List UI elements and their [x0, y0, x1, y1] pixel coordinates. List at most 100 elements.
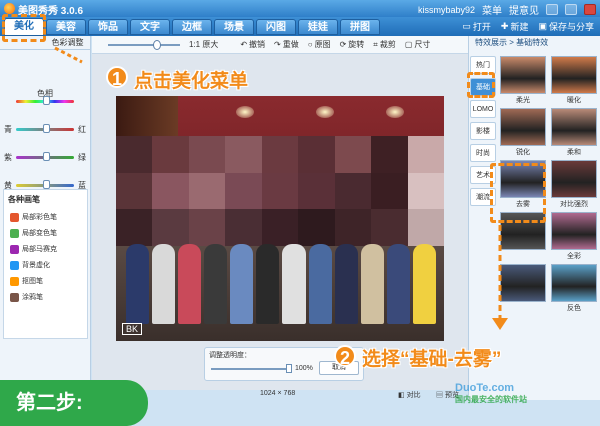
slider-right-label: 绿 — [78, 153, 86, 162]
photo-mark: BK — [122, 323, 143, 335]
slider-knob[interactable] — [42, 152, 50, 161]
slider-knob[interactable] — [42, 180, 50, 189]
effect-thumbnail[interactable] — [500, 264, 546, 302]
brush-panel-title: 各种画笔 — [8, 195, 40, 204]
brush-icon — [10, 292, 19, 302]
mosaic-cell — [371, 172, 408, 210]
brush-item[interactable]: 局部变色笔 — [4, 225, 87, 241]
username[interactable]: kissmybaby92 — [418, 5, 475, 15]
effect-thumbnail[interactable]: 反色 — [551, 264, 597, 312]
menu-link[interactable]: 菜单 — [482, 2, 502, 17]
status-bar: 1024 × 768 ◧ 对比 ▤ 预览 — [92, 390, 468, 400]
color-slider[interactable]: 青 红 — [0, 116, 90, 140]
resize-button[interactable]: ▢ 尺寸 — [405, 39, 431, 50]
effect-category-tab[interactable]: 时尚 — [470, 144, 496, 162]
tab-beauty[interactable]: 美容 — [46, 19, 86, 35]
mosaic-cell — [225, 172, 262, 210]
brush-item[interactable]: 局部彩色笔 — [4, 209, 87, 225]
effects-breadcrumb: 特效展示 > 基础特效 — [475, 38, 549, 47]
effect-category-tab[interactable]: 影楼 — [470, 122, 496, 140]
effect-thumbnail[interactable]: 柔光 — [500, 56, 546, 104]
mosaic-cell — [152, 209, 189, 246]
effect-name: 柔和 — [567, 149, 581, 156]
watermark-slogan: 国内最安全的软件站 — [455, 395, 527, 404]
effect-preview-image — [551, 264, 597, 302]
tab-text[interactable]: 文字 — [130, 19, 170, 35]
save-share-button[interactable]: ▣ 保存与分享 — [538, 20, 594, 33]
effect-thumbnail[interactable]: 对比强烈 — [551, 160, 597, 208]
tab-frames[interactable]: 边框 — [172, 19, 212, 35]
maximize-button[interactable] — [565, 4, 577, 15]
close-button[interactable] — [584, 4, 596, 15]
effect-category-tab[interactable]: LOMO — [470, 100, 496, 118]
color-slider[interactable]: 紫 绿 — [0, 144, 90, 168]
opacity-value: 100% — [295, 365, 313, 372]
highlight-basic-category — [467, 72, 495, 98]
file-toolbar: ▭ 打开 ✚ 新建 ▣ 保存与分享 — [462, 20, 594, 33]
brush-item[interactable]: 背景虚化 — [4, 257, 87, 273]
photo-person — [204, 244, 228, 324]
effect-thumbnail[interactable]: 暖化 — [551, 56, 597, 104]
redo-button[interactable]: ↷ 重做 — [274, 39, 299, 50]
effect-preview-image — [551, 108, 597, 146]
effect-preview-image — [500, 56, 546, 94]
brush-icon — [10, 260, 19, 270]
brush-label: 局部彩色笔 — [22, 214, 57, 221]
mosaic-cell — [334, 209, 372, 246]
brush-item[interactable]: 涂鸦笔 — [4, 289, 87, 305]
left-panel: 色彩调整 色相 青 红 紫 绿 黄 蓝 各种画笔 局部彩色笔 局部变色笔 局部马赛克… — [0, 36, 91, 390]
brush-panel: 各种画笔 局部彩色笔局部变色笔 局部马赛克 背景虚化 抠图笔 涂鸦笔 — [3, 189, 88, 339]
mosaic-cell — [261, 172, 299, 210]
mosaic-cell — [298, 136, 335, 173]
effect-name: 柔光 — [516, 97, 530, 104]
open-button[interactable]: ▭ 打开 — [462, 20, 491, 33]
zoom-track — [108, 43, 180, 46]
effect-thumbnail[interactable]: 全彩 — [551, 212, 597, 260]
photo-canvas[interactable]: BK — [116, 96, 444, 341]
slider-left-label: 青 — [4, 125, 12, 134]
crop-button[interactable]: ⌗ 裁剪 — [373, 39, 396, 50]
tab-scenes[interactable]: 场景 — [214, 19, 254, 35]
mosaic-cell — [371, 209, 408, 246]
step1-number: 1 — [106, 66, 128, 89]
folder-icon: ▭ — [462, 21, 471, 31]
redo-icon: ↷ — [274, 40, 281, 49]
color-slider[interactable]: 色相 — [0, 88, 90, 112]
minimize-button[interactable] — [546, 4, 558, 15]
opacity-knob[interactable] — [286, 364, 292, 373]
slider-right-label: 红 — [78, 125, 86, 134]
compare-button[interactable]: ◧ 对比 — [398, 390, 421, 400]
photo-person — [152, 244, 176, 324]
highlight-beautify-tab — [2, 14, 46, 42]
rotate-button[interactable]: ⟳ 旋转 — [340, 39, 365, 50]
undo-icon: ↶ — [240, 40, 248, 49]
undo-label: 撤销 — [249, 40, 266, 49]
slider-knob[interactable] — [42, 96, 50, 105]
canvas-toolbar: 1:1 原大 ↶ 撤销 ↷ 重做 ○ 原图 ⟳ 旋转 ⌗ 裁剪 ▢ 尺寸 — [92, 36, 468, 54]
opacity-track[interactable] — [211, 368, 289, 370]
zoom-slider[interactable] — [108, 39, 180, 50]
tab-doll[interactable]: 娃娃 — [298, 19, 338, 35]
brush-item[interactable]: 抠图笔 — [4, 273, 87, 289]
rotate-icon: ⟳ — [339, 40, 347, 49]
open-label: 打开 — [472, 22, 491, 32]
tab-flash[interactable]: 闪图 — [256, 19, 296, 35]
mosaic-cell — [116, 209, 153, 246]
subtab-color-adjust[interactable]: 色彩调整 — [45, 36, 90, 49]
undo-button[interactable]: ↶ 撤销 — [240, 39, 265, 50]
effect-thumbnail[interactable]: 锐化 — [500, 108, 546, 156]
effect-preview-image — [551, 56, 597, 94]
feedback-link[interactable]: 提意见 — [509, 2, 539, 17]
step2-instruction: 选择“基础-去雾” — [362, 349, 502, 370]
effect-thumbnail[interactable]: 柔和 — [551, 108, 597, 156]
zoom-knob[interactable] — [152, 39, 161, 50]
brush-item[interactable]: 局部马赛克 — [4, 241, 87, 257]
slider-knob[interactable] — [42, 124, 50, 133]
tab-decorations[interactable]: 饰品 — [88, 19, 128, 35]
new-button[interactable]: ✚ 新建 — [501, 20, 529, 33]
tab-collage[interactable]: 拼图 — [340, 19, 380, 35]
original-image-button[interactable]: ○ 原图 — [308, 39, 331, 50]
original-size-button[interactable]: 1:1 原大 — [189, 39, 218, 50]
mosaic-cell — [371, 136, 408, 173]
effect-preview-image — [551, 160, 597, 198]
